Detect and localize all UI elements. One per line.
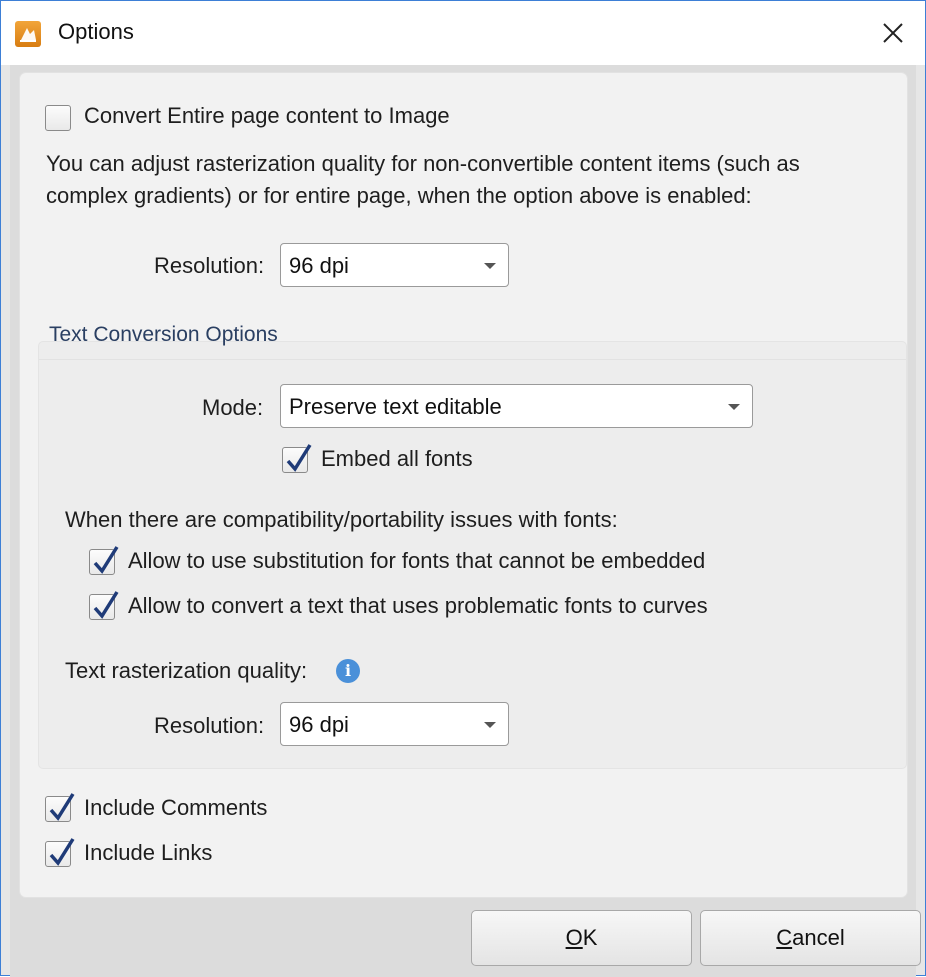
checkmark-icon bbox=[93, 591, 119, 619]
checkmark-icon bbox=[93, 546, 119, 574]
include-comments-checkbox[interactable] bbox=[45, 793, 75, 822]
title-bar: Options bbox=[1, 1, 925, 65]
allow-curves-checkbox[interactable] bbox=[89, 591, 119, 620]
page-resolution-value: 96 dpi bbox=[289, 253, 349, 278]
close-icon bbox=[883, 23, 903, 43]
text-rasterization-quality-label: Text rasterization quality: bbox=[65, 658, 308, 683]
description-line-1: You can adjust rasterization quality for… bbox=[46, 151, 800, 176]
text-conversion-title: Text Conversion Options bbox=[49, 323, 278, 346]
cancel-hotkey: C bbox=[776, 925, 793, 950]
convert-entire-page-label: Convert Entire page content to Image bbox=[84, 103, 450, 128]
checkmark-icon bbox=[49, 793, 75, 821]
cancel-label: ancel bbox=[792, 925, 845, 950]
app-logo-icon bbox=[15, 21, 41, 47]
convert-entire-page-checkbox[interactable] bbox=[45, 105, 71, 131]
chevron-down-icon bbox=[484, 263, 496, 269]
allow-substitution-checkbox[interactable] bbox=[89, 546, 119, 575]
embed-all-fonts-checkbox[interactable] bbox=[282, 444, 312, 473]
window-title: Options bbox=[58, 19, 134, 44]
chevron-down-icon bbox=[484, 722, 496, 728]
cancel-button[interactable]: Cancel bbox=[700, 910, 921, 966]
embed-all-fonts-label: Embed all fonts bbox=[321, 446, 473, 471]
description-line-2: complex gradients) or for entire page, w… bbox=[46, 183, 752, 208]
text-resolution-label: Resolution: bbox=[154, 713, 265, 738]
chevron-down-icon bbox=[728, 404, 740, 410]
ok-label: K bbox=[582, 925, 598, 950]
close-button[interactable] bbox=[861, 1, 925, 65]
info-icon[interactable]: i bbox=[336, 659, 360, 683]
page-resolution-dropdown[interactable]: 96 dpi bbox=[280, 243, 509, 287]
checkmark-icon bbox=[49, 838, 75, 866]
ok-button[interactable]: OK bbox=[471, 910, 692, 966]
text-resolution-value: 96 dpi bbox=[289, 712, 349, 737]
include-comments-label: Include Comments bbox=[84, 795, 268, 820]
include-links-label: Include Links bbox=[84, 840, 213, 865]
mode-value: Preserve text editable bbox=[289, 394, 502, 419]
text-resolution-dropdown[interactable]: 96 dpi bbox=[280, 702, 509, 746]
allow-substitution-label: Allow to use substitution for fonts that… bbox=[128, 548, 706, 573]
mode-dropdown[interactable]: Preserve text editable bbox=[280, 384, 753, 428]
options-dialog: Options Convert Entire page content to I… bbox=[0, 0, 926, 977]
page-resolution-label: Resolution: bbox=[154, 253, 265, 278]
mode-label: Mode: bbox=[202, 395, 264, 420]
allow-curves-label: Allow to convert a text that uses proble… bbox=[128, 593, 708, 618]
ok-hotkey: O bbox=[565, 925, 583, 950]
checkmark-icon bbox=[286, 444, 312, 472]
include-links-checkbox[interactable] bbox=[45, 838, 75, 867]
compat-heading: When there are compatibility/portability… bbox=[65, 507, 618, 532]
